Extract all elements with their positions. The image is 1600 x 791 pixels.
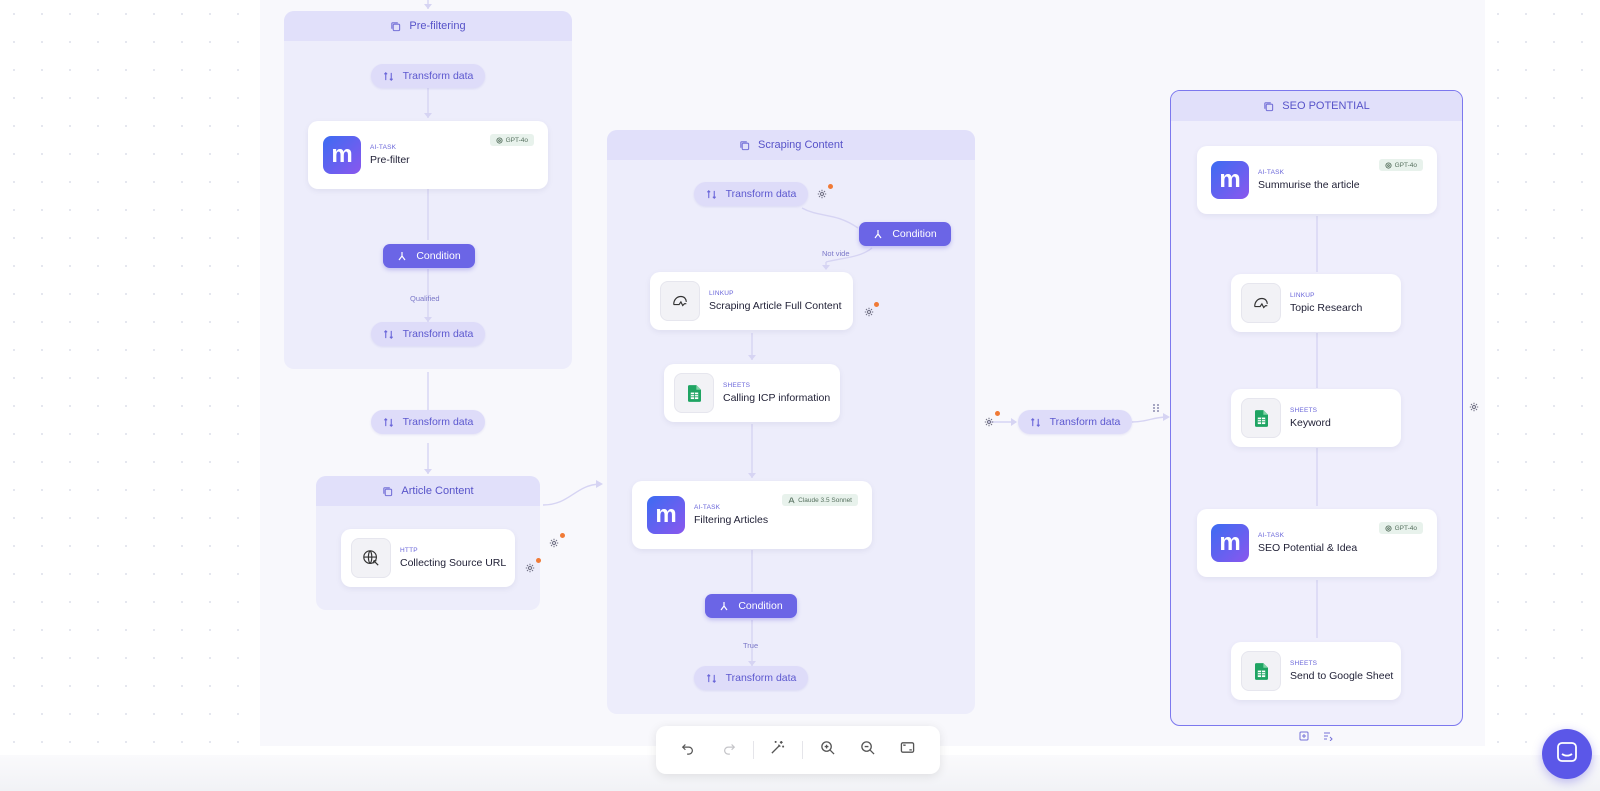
openai-icon: [1385, 524, 1392, 532]
node-calling-icp[interactable]: SHEETS Calling ICP information: [664, 364, 840, 422]
node-title: Pre-filter: [370, 154, 410, 166]
undo-button[interactable]: [668, 734, 708, 766]
node-filtering-articles[interactable]: m AI-TASK Filtering Articles Claude 3.5 S…: [632, 481, 872, 549]
condition-node[interactable]: Condition: [383, 244, 475, 268]
zoom-in-icon: [820, 740, 835, 760]
warning-dot: [536, 558, 541, 563]
node-title: Topic Research: [1290, 302, 1363, 314]
zoom-in-button[interactable]: [807, 734, 847, 766]
settings-gear-icon[interactable]: [525, 563, 535, 573]
group-title: Scraping Content: [758, 139, 843, 151]
toolbar-divider: [801, 741, 803, 759]
openai-icon: [496, 136, 503, 144]
ai-logo-icon: m: [1211, 524, 1249, 562]
warning-dot: [828, 184, 833, 189]
copy-icon: [390, 21, 401, 32]
warning-dot: [874, 302, 879, 307]
model-badge: GPT-4o: [489, 134, 534, 146]
linkup-icon: [660, 281, 700, 321]
ungroup-icon[interactable]: [1323, 731, 1333, 741]
model-badge: GPT-4o: [1378, 522, 1423, 534]
linkup-icon: [1241, 283, 1281, 323]
transform-icon: [383, 329, 394, 340]
node-send-google-sheet[interactable]: SHEETS Send to Google Sheet: [1231, 642, 1401, 700]
node-title: Calling ICP information: [723, 392, 831, 404]
branch-icon: [873, 229, 883, 239]
edge-label-qualified: Qualified: [410, 294, 440, 303]
node-title: Summurise the article: [1258, 179, 1360, 191]
edge-label-true: True: [743, 641, 759, 650]
auto-layout-button[interactable]: [758, 734, 798, 766]
ai-logo-icon: m: [647, 496, 685, 534]
node-topic-research[interactable]: LINKUP Topic Research: [1231, 274, 1401, 332]
fit-screen-icon: [900, 740, 915, 760]
transform-icon: [383, 417, 394, 428]
node-pre-filter[interactable]: m AI-TASK Pre-filter GPT-4o: [308, 121, 548, 189]
branch-icon: [397, 251, 407, 261]
sheets-icon: [1241, 651, 1281, 691]
transform-data-pill[interactable]: Transform data: [371, 410, 485, 434]
group-title: Article Content: [401, 485, 474, 497]
transform-icon: [706, 673, 717, 684]
fit-view-button[interactable]: [888, 734, 928, 766]
zoom-out-icon: [860, 740, 875, 760]
openai-icon: [1385, 161, 1392, 169]
transform-icon: [706, 189, 717, 200]
model-badge: Claude 3.5 Sonnet: [782, 494, 858, 506]
settings-gear-icon[interactable]: [984, 417, 994, 427]
transform-data-pill[interactable]: Transform data: [371, 64, 485, 88]
magic-wand-icon: [770, 740, 785, 760]
ai-logo-icon: m: [323, 136, 361, 174]
warning-dot: [995, 411, 1000, 416]
anthropic-icon: [788, 496, 795, 504]
settings-gear-icon[interactable]: [817, 189, 827, 199]
transform-icon: [383, 71, 394, 82]
sheets-icon: [1241, 398, 1281, 438]
node-scraping-article[interactable]: LINKUP Scraping Article Full Content: [650, 272, 853, 330]
node-title: Filtering Articles: [694, 514, 769, 526]
branch-icon: [719, 601, 729, 611]
settings-gear-icon[interactable]: [1469, 402, 1479, 412]
copy-icon: [1263, 101, 1274, 112]
canvas-toolbar: [656, 726, 940, 774]
node-keyword[interactable]: SHEETS Keyword: [1231, 389, 1401, 447]
settings-gear-icon[interactable]: [864, 307, 874, 317]
warning-dot: [560, 533, 565, 538]
condition-node[interactable]: Condition: [705, 594, 797, 618]
redo-button[interactable]: [708, 734, 748, 766]
http-globe-icon: [351, 538, 391, 578]
chat-support-button[interactable]: [1542, 729, 1592, 779]
node-summurise-article[interactable]: m AI-TASK Summurise the article GPT-4o: [1197, 146, 1437, 214]
edge-label-not-vide: Not vide: [822, 249, 850, 258]
group-title: Pre-filtering: [409, 20, 466, 32]
node-title: Scraping Article Full Content: [709, 300, 842, 312]
toolbar-divider: [752, 741, 754, 759]
settings-gear-icon[interactable]: [549, 538, 559, 548]
node-seo-potential-idea[interactable]: m AI-TASK SEO Potential & Idea GPT-4o: [1197, 509, 1437, 577]
sheets-icon: [674, 373, 714, 413]
copy-icon: [382, 486, 393, 497]
group-title: SEO POTENTIAL: [1282, 100, 1370, 112]
condition-node[interactable]: Condition: [859, 222, 951, 246]
add-to-group-icon[interactable]: [1299, 731, 1309, 741]
zoom-out-button[interactable]: [847, 734, 887, 766]
ai-logo-icon: m: [1211, 161, 1249, 199]
redo-icon: [722, 741, 736, 760]
node-title: Collecting Source URL: [400, 557, 507, 569]
node-title: SEO Potential & Idea: [1258, 542, 1358, 554]
undo-icon: [681, 741, 695, 760]
node-collecting-source-url[interactable]: HTTP Collecting Source URL: [341, 529, 515, 587]
node-title: Keyword: [1290, 417, 1331, 429]
transform-data-pill[interactable]: Transform data: [694, 666, 808, 690]
drag-handle-icon[interactable]: [1152, 403, 1160, 413]
transform-data-pill[interactable]: Transform data: [694, 182, 808, 206]
node-title: Send to Google Sheet: [1290, 670, 1394, 682]
transform-icon: [1030, 417, 1041, 428]
transform-data-pill[interactable]: Transform data: [371, 322, 485, 346]
transform-data-pill[interactable]: Transform data: [1018, 410, 1132, 434]
chat-icon: [1555, 740, 1579, 769]
group-scraping-content[interactable]: Scraping Content: [607, 130, 975, 714]
copy-icon: [739, 140, 750, 151]
model-badge: GPT-4o: [1378, 159, 1423, 171]
